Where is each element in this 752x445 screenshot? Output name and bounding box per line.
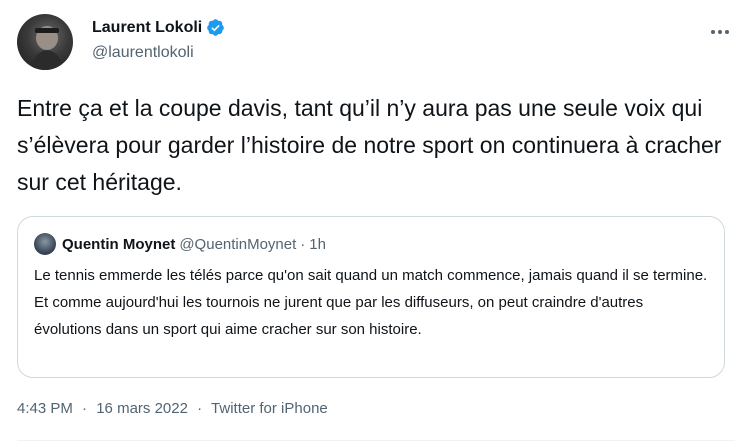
avatar-photo xyxy=(31,26,63,70)
quoted-timestamp[interactable]: 1h xyxy=(309,236,326,253)
quoted-author-name[interactable]: Quentin Moynet xyxy=(62,236,175,253)
more-horizontal-icon xyxy=(711,30,729,34)
tweet-time[interactable]: 4:43 PM xyxy=(17,400,73,417)
tweet-card: Laurent Lokoli @laurentlokoli Entre ça e… xyxy=(0,0,752,445)
quoted-author-handle[interactable]: @QuentinMoynet xyxy=(179,236,296,253)
divider xyxy=(17,440,735,441)
quoted-tweet-header: Quentin Moynet @QuentinMoynet · 1h xyxy=(34,233,326,255)
meta-separator: · xyxy=(82,400,88,417)
quoted-tweet[interactable]: Quentin Moynet @QuentinMoynet · 1h Le te… xyxy=(17,216,725,378)
author-avatar[interactable] xyxy=(17,14,73,70)
more-options-button[interactable] xyxy=(706,22,734,42)
tweet-text: Entre ça et la coupe davis, tant qu’il n… xyxy=(17,95,722,195)
author-name-row[interactable]: Laurent Lokoli xyxy=(92,18,225,37)
tweet-date[interactable]: 16 mars 2022 xyxy=(96,400,188,417)
verified-badge-icon xyxy=(206,18,225,37)
meta-separator: · xyxy=(197,400,203,417)
author-display-name[interactable]: Laurent Lokoli xyxy=(92,19,202,37)
quoted-tweet-text: Le tennis emmerde les télés parce qu'on … xyxy=(34,267,708,338)
tweet-source[interactable]: Twitter for iPhone xyxy=(211,400,328,417)
quoted-author-avatar[interactable] xyxy=(34,233,56,255)
author-handle[interactable]: @laurentlokoli xyxy=(92,44,194,62)
tweet-meta: 4:43 PM · 16 mars 2022 · Twitter for iPh… xyxy=(17,400,328,417)
quoted-separator: · xyxy=(300,235,306,253)
